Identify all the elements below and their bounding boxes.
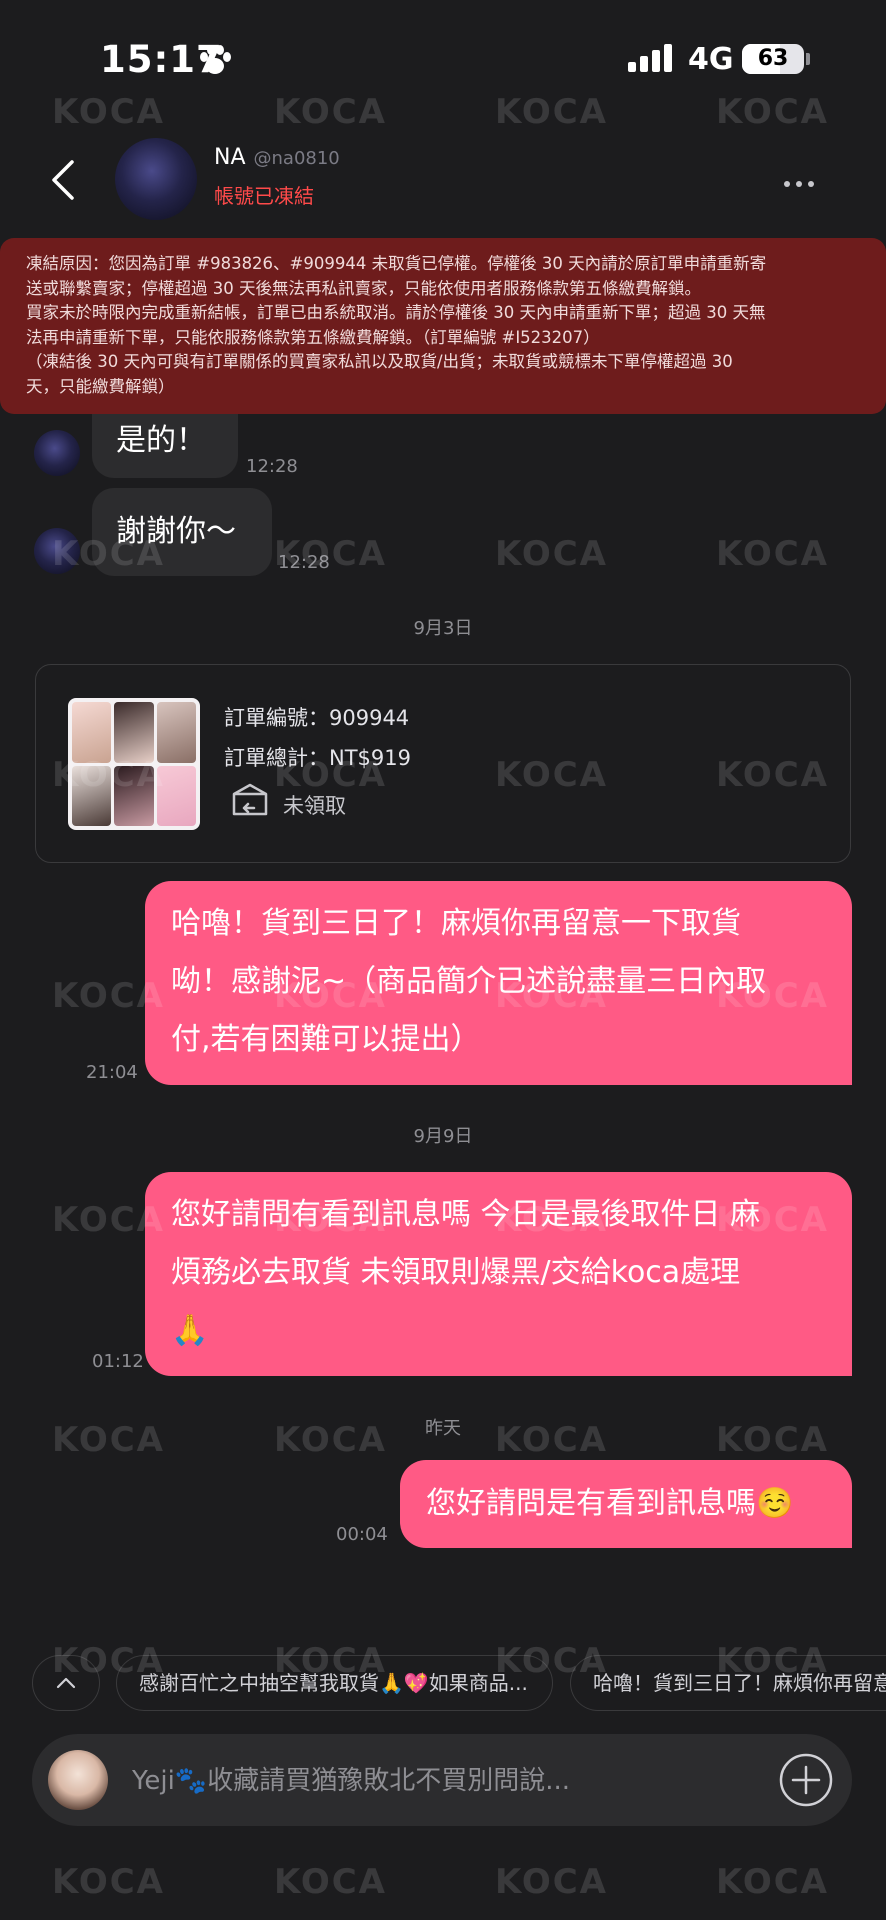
message-line: 您好請問有看到訊息嗎 今日是最後取件日 麻	[171, 1197, 761, 1232]
message-line: 呦！感謝泥~（商品簡介已述說盡量三日內取	[171, 964, 767, 999]
date-separator: 昨天	[425, 1418, 461, 1439]
warning-line: （凍結後 30 天內可與有訂單關係的買賣家私訊以及取貨/出貨；未取貨或競標未下單…	[26, 352, 733, 371]
paw-icon	[200, 45, 231, 74]
contact-handle: @na0810	[253, 148, 340, 169]
koca-watermark: KOCA	[716, 1862, 829, 1902]
message-line: 哈嚕！貨到三日了！麻煩你再留意一下取貨	[171, 906, 741, 941]
order-status: 未領取	[283, 794, 346, 818]
koca-watermark: KOCA	[716, 534, 829, 574]
contact-name-row[interactable]: NA @na0810	[214, 145, 340, 170]
message-input[interactable]	[130, 1750, 754, 1812]
more-options-icon[interactable]	[784, 172, 820, 191]
message-time: 01:12	[92, 1351, 144, 1372]
warning-line: 天，只能繳費解鎖）	[26, 376, 175, 396]
user-avatar[interactable]	[48, 1750, 108, 1810]
koca-watermark: KOCA	[495, 1862, 608, 1902]
quick-reply-toggle[interactable]	[32, 1655, 100, 1711]
quick-reply-chip[interactable]: 感謝百忙之中抽空幫我取貨🙏💖如果商品...	[116, 1655, 553, 1711]
contact-name: NA	[214, 145, 246, 170]
quick-reply-chip[interactable]: 哈嚕！貨到三日了！麻煩你再留意	[570, 1655, 886, 1711]
order-thumbnail[interactable]	[68, 698, 200, 830]
message-time: 21:04	[86, 1062, 138, 1083]
date-separator: 9月9日	[413, 1126, 473, 1147]
outgoing-message[interactable]: 哈嚕！貨到三日了！麻煩你再留意一下取貨 呦！感謝泥~（商品簡介已述說盡量三日內取…	[145, 881, 852, 1085]
message-time: 12:28	[246, 456, 298, 477]
koca-watermark: KOCA	[495, 534, 608, 574]
warning-line: 買家未於時限內完成重新結帳，訂單已由系統取消。請於停權後 30 天內申請重新下單…	[26, 303, 766, 322]
chevron-up-icon	[56, 1677, 76, 1689]
warning-line: 法再申請重新下單，只能依服務條款第五條繳費解鎖。（訂單編號 #I523207）	[26, 327, 600, 347]
order-total: 訂單總計：NT$919	[224, 746, 411, 770]
account-frozen-label: 帳號已凍結	[214, 184, 314, 208]
message-time: 00:04	[336, 1524, 388, 1545]
message-time: 12:28	[278, 552, 330, 573]
network-type: 4G	[688, 42, 734, 77]
message-line: 🙏	[171, 1313, 209, 1348]
message-line: 付,若有困難可以提出）	[171, 1022, 481, 1057]
koca-watermark: KOCA	[274, 1862, 387, 1902]
battery-icon: 63	[742, 44, 804, 74]
add-attachment-icon[interactable]	[778, 1752, 834, 1808]
date-separator: 9月3日	[413, 618, 473, 639]
battery-level: 63	[757, 46, 789, 71]
warning-line: 送或聯繫賣家；停權超過 30 天後無法再私訊賣家，只能依使用者服務條款第五條繳費…	[26, 278, 701, 298]
order-number: 訂單編號：909944	[224, 706, 410, 730]
signal-icon	[628, 44, 674, 72]
battery-tip	[806, 53, 810, 65]
message-line: 您好請問是有看到訊息嗎☺️	[426, 1486, 794, 1521]
back-icon[interactable]	[44, 158, 84, 202]
incoming-message[interactable]: 謝謝你〜	[92, 488, 272, 576]
sender-avatar[interactable]	[34, 528, 80, 574]
sender-avatar[interactable]	[34, 430, 80, 476]
warning-line: 凍結原因：您因為訂單 #983826、#909944 未取貨已停權。停權後 30…	[26, 254, 767, 273]
outgoing-message[interactable]: 您好請問有看到訊息嗎 今日是最後取件日 麻 煩務必去取貨 未領取則爆黑/交給ko…	[145, 1172, 852, 1376]
incoming-message[interactable]: 是的！	[92, 414, 238, 478]
koca-watermark: KOCA	[52, 1862, 165, 1902]
contact-avatar[interactable]	[115, 138, 197, 220]
outgoing-message[interactable]: 您好請問是有看到訊息嗎☺️	[400, 1460, 852, 1548]
package-return-icon	[232, 783, 268, 816]
freeze-warning-banner: 凍結原因：您因為訂單 #983826、#909944 未取貨已停權。停權後 30…	[0, 238, 886, 414]
message-line: 煩務必去取貨 未領取則爆黑/交給koca處理	[171, 1255, 741, 1290]
